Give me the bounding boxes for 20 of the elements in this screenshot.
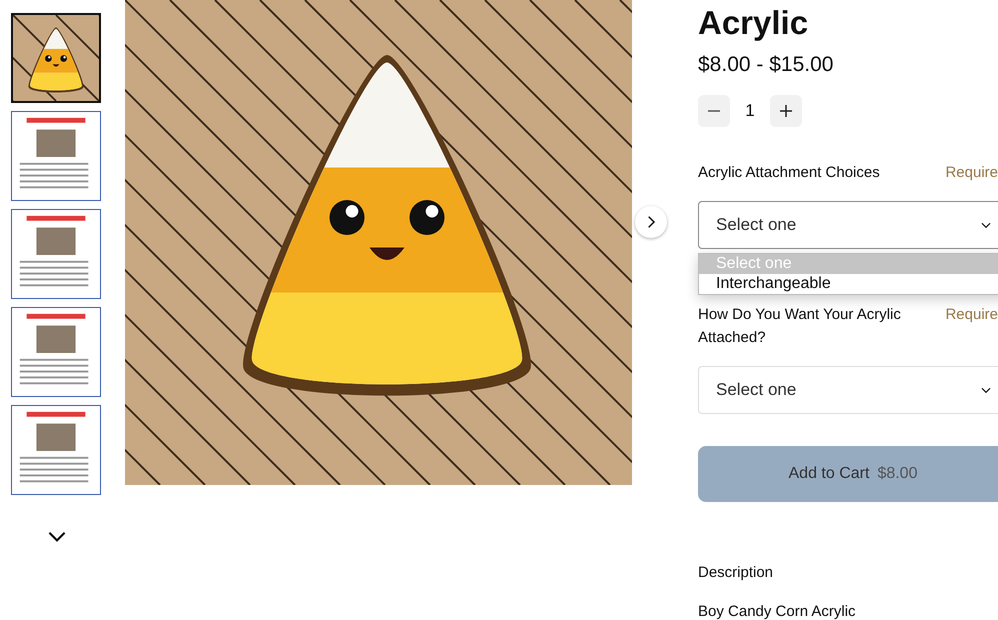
- required-label: Require: [945, 305, 998, 325]
- option-label: How Do You Want Your Acrylic Attached?: [698, 305, 902, 348]
- description-text: Boy Candy Corn Acrylic: [698, 603, 857, 620]
- select-dropdown[interactable]: Select one: [698, 366, 998, 414]
- next-image-button[interactable]: [635, 206, 667, 238]
- option-label: Acrylic Attachment Choices: [698, 163, 881, 183]
- thumbnail-image[interactable]: [11, 307, 101, 397]
- required-label: Require: [945, 163, 998, 183]
- menu-option[interactable]: Interchangeable: [699, 274, 998, 294]
- description-heading: Description: [698, 564, 774, 581]
- thumbnail-image[interactable]: [11, 405, 101, 495]
- thumbnail-image[interactable]: [11, 13, 101, 103]
- thumbnail-image[interactable]: [11, 209, 101, 299]
- plus-icon: [779, 104, 793, 118]
- increase-button[interactable]: [770, 95, 802, 127]
- select-dropdown[interactable]: Select one: [698, 201, 998, 249]
- thumbnail-image[interactable]: [11, 111, 101, 201]
- quantity-value: 1: [744, 101, 756, 121]
- price-range: $8.00 - $15.00: [698, 53, 834, 77]
- product-title: Acrylic: [698, 3, 810, 43]
